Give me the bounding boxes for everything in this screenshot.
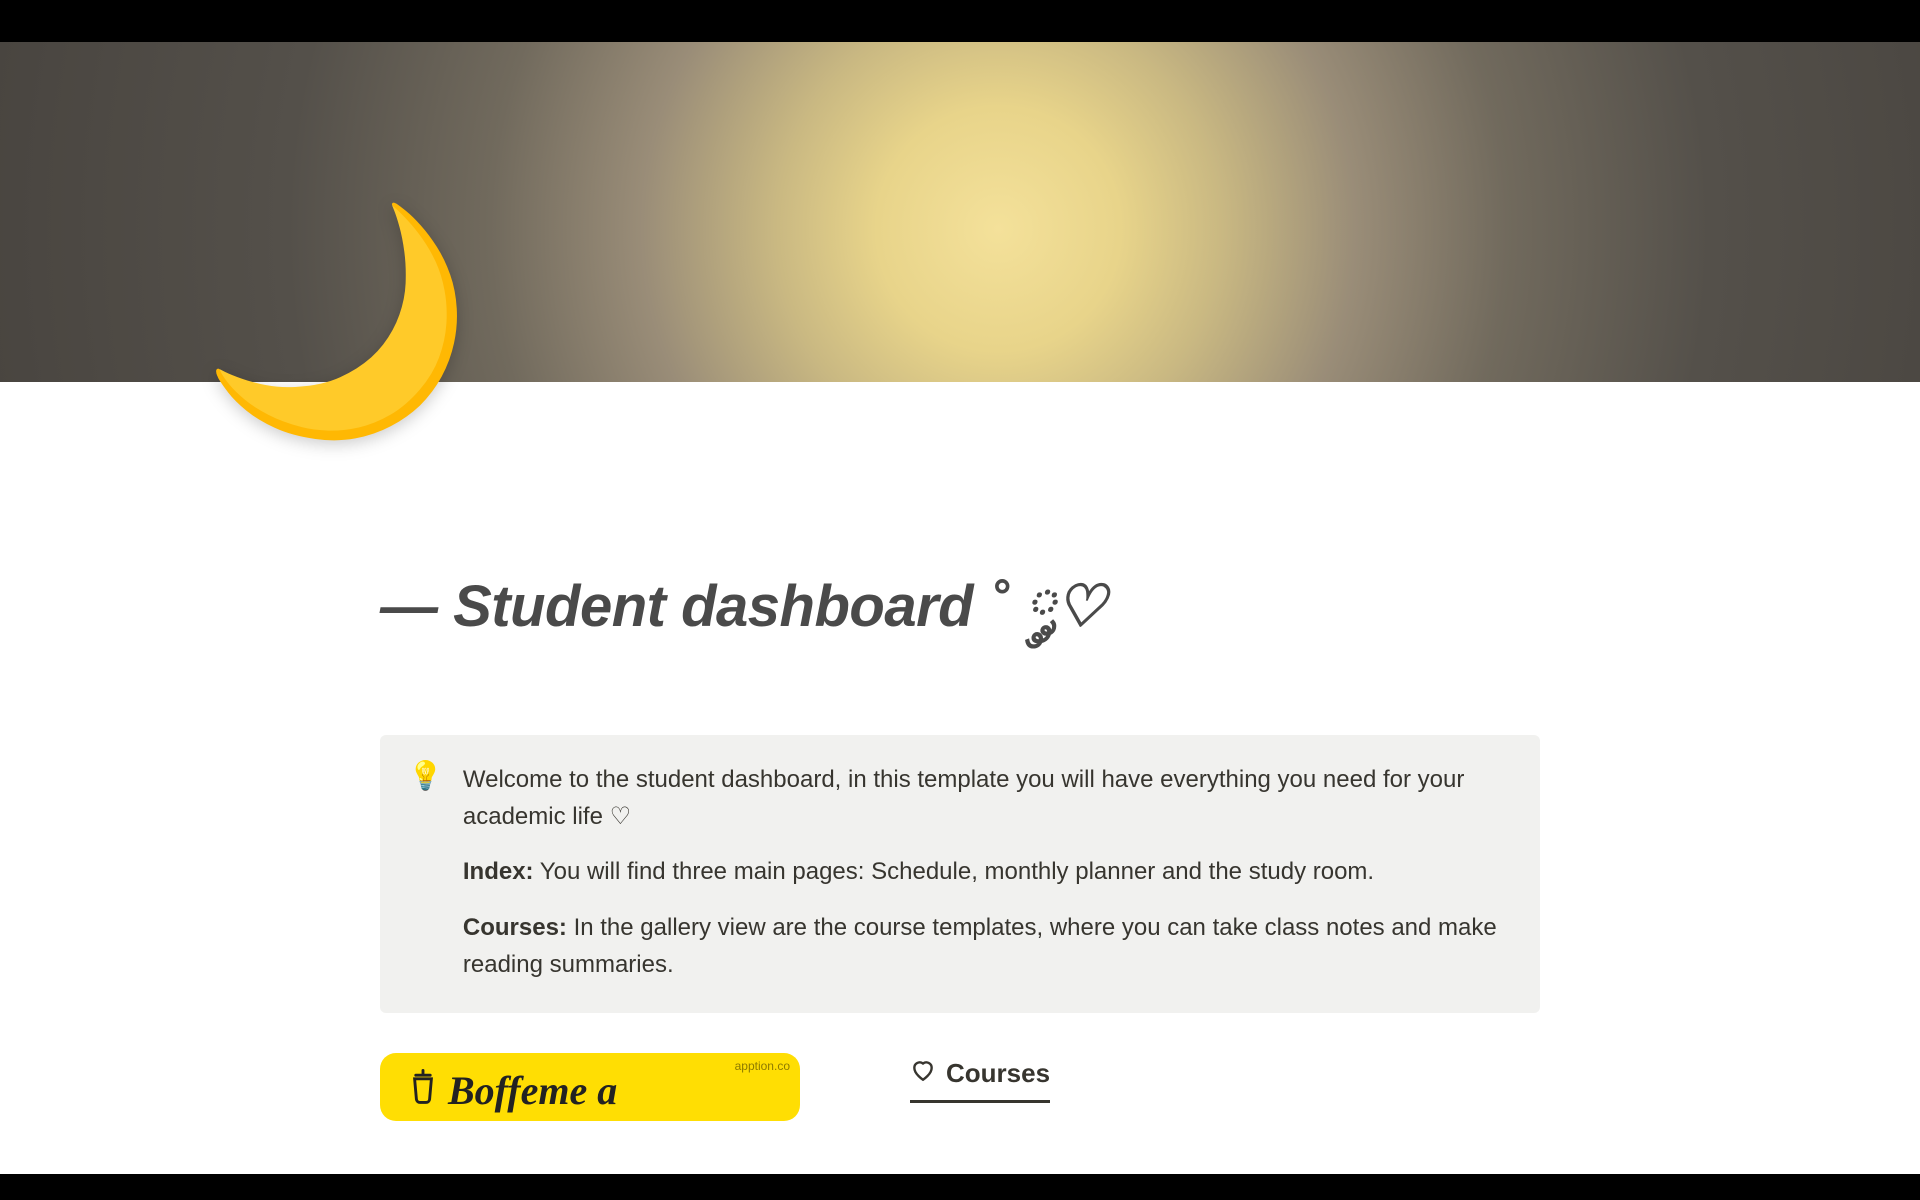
callout-index-label: Index:: [463, 858, 534, 885]
tab-courses[interactable]: Courses: [910, 1057, 1050, 1103]
callout-index-text: You will find three main pages: Schedule…: [534, 858, 1375, 885]
lower-row: apption.co Boffeme a: [380, 1053, 1540, 1121]
bmac-text: Boffeme a: [448, 1067, 617, 1114]
apption-badge: apption.co: [735, 1059, 790, 1073]
coffee-cup-icon: [408, 1067, 438, 1114]
heart-icon: [910, 1057, 936, 1090]
callout-index-line: Index: You will find three main pages: S…: [463, 853, 1512, 890]
callout-block[interactable]: 💡 Welcome to the student dashboard, in t…: [380, 735, 1540, 1013]
page-content: — Student dashboard ˚ ༘♡ 💡 Welcome to th…: [340, 542, 1580, 1121]
moon-icon: 🌙: [200, 210, 474, 430]
page-title[interactable]: — Student dashboard ˚ ༘♡: [380, 542, 1540, 705]
tab-courses-label: Courses: [946, 1058, 1050, 1089]
buy-me-a-coffee-widget[interactable]: apption.co Boffeme a: [380, 1053, 800, 1121]
database-tabs: Courses: [910, 1053, 1050, 1103]
callout-courses-label: Courses:: [463, 914, 567, 941]
lightbulb-icon: 💡: [408, 759, 443, 983]
callout-courses-line: Courses: In the gallery view are the cou…: [463, 909, 1512, 983]
window-top-bar: [0, 0, 1920, 42]
bmac-label: Boffeme a: [408, 1067, 772, 1114]
callout-welcome-text: Welcome to the student dashboard, in thi…: [463, 761, 1512, 835]
callout-courses-text: In the gallery view are the course templ…: [463, 914, 1497, 978]
page-icon[interactable]: 🌙: [200, 210, 474, 430]
window-bottom-bar: [0, 1174, 1920, 1200]
callout-body: Welcome to the student dashboard, in thi…: [463, 761, 1512, 983]
